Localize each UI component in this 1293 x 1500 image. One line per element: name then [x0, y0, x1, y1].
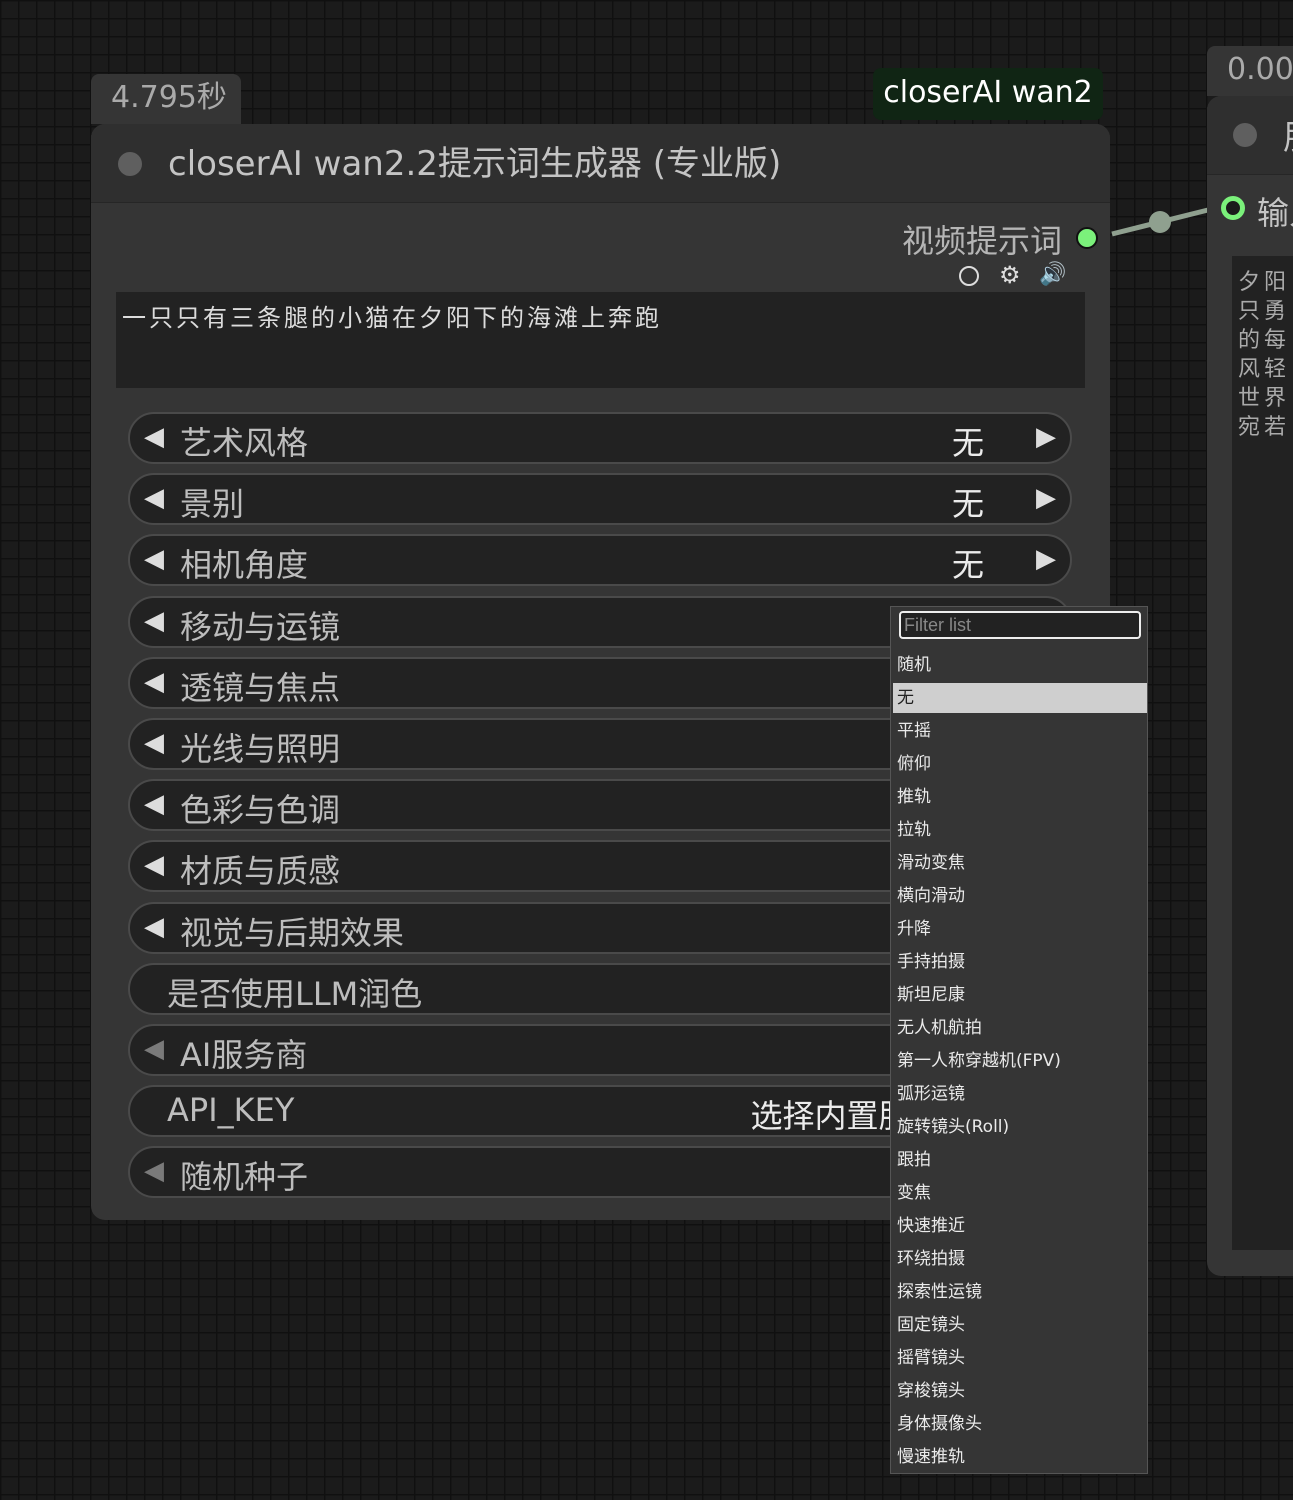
menu-item[interactable]: 升降 [893, 914, 1147, 944]
widget-label: 视觉与后期效果 [180, 913, 405, 952]
menu-item[interactable]: 快速推近 [893, 1211, 1147, 1241]
node-title-2: 朋 [1283, 110, 1293, 159]
link-wire[interactable] [1108, 196, 1218, 246]
menu-item[interactable]: 横向滑动 [893, 881, 1147, 911]
widget-label: API_KEY [167, 1091, 295, 1130]
menu-item[interactable]: 滑动变焦 [893, 848, 1147, 878]
widget-row[interactable]: ◀ 相机角度 无 ▶ [128, 534, 1072, 587]
arrow-left-icon[interactable]: ◀ [144, 606, 164, 636]
menu-item[interactable]: 平摇 [893, 716, 1147, 746]
widget-row[interactable]: ◀ 景别 无 ▶ [128, 473, 1072, 526]
widget-label: 透镜与焦点 [180, 668, 341, 707]
widget-label: 艺术风格 [180, 424, 309, 462]
menu-item[interactable]: 手持拍摄 [893, 947, 1147, 977]
menu-item[interactable]: 俯仰 [893, 749, 1147, 779]
menu-item[interactable]: 拉轨 [893, 815, 1147, 845]
arrow-right-icon[interactable]: ▶ [1036, 483, 1056, 513]
arrow-left-icon[interactable]: ◀ [144, 1034, 164, 1064]
filter-input[interactable]: Filter list [899, 611, 1141, 639]
circle-icon[interactable] [959, 266, 979, 286]
preview-text-line: 宛若 [1238, 415, 1291, 440]
widget-label: AI服务商 [180, 1036, 308, 1074]
arrow-left-icon[interactable]: ◀ [144, 912, 164, 942]
menu-item[interactable]: 随机 [893, 650, 1147, 680]
widget-label: 随机种子 [180, 1158, 309, 1197]
group-title-badge[interactable]: closerAI wan2 [873, 68, 1103, 120]
preview-text-line: 只勇 [1238, 299, 1291, 324]
widget-label: 是否使用LLM润色 [167, 974, 423, 1013]
widget-value: 无 [951, 546, 984, 585]
input-label: 输入 [1257, 194, 1293, 232]
arrow-left-icon[interactable]: ◀ [144, 483, 164, 513]
arrow-left-icon[interactable]: ◀ [144, 850, 164, 880]
node-title: closerAI wan2.2提示词生成器 (专业版) [168, 144, 782, 184]
node-toolbar: ⚙ 🔊 [959, 261, 1069, 291]
menu-item[interactable]: 摇臂镜头 [893, 1343, 1147, 1373]
menu-item[interactable]: 变焦 [893, 1178, 1147, 1208]
preview-node[interactable]: 朋 输入 夕阳 只勇 的每 风轻 世界 宛若 [1207, 96, 1293, 1276]
gear-icon[interactable]: ⚙ [999, 261, 1021, 289]
widget-label: 色彩与色调 [180, 791, 341, 830]
menu-item[interactable]: 探索性运镜 [893, 1277, 1147, 1307]
preview-text-line: 夕阳 [1238, 270, 1291, 295]
preview-text-line: 的每 [1238, 328, 1291, 353]
speaker-icon[interactable]: 🔊 [1039, 262, 1066, 287]
widget-value: 无 [951, 485, 984, 524]
input-slot-dot[interactable] [1221, 196, 1245, 220]
preview-text-line: 风轻 [1238, 357, 1291, 382]
widget-label: 移动与运镜 [180, 607, 341, 646]
menu-item[interactable]: 慢速推轨 [893, 1442, 1147, 1472]
widget-label: 光线与照明 [180, 730, 341, 768]
preview-text-line: 世界 [1238, 386, 1291, 411]
prompt-textarea[interactable]: 一只只有三条腿的小猫在夕阳下的海滩上奔跑 [116, 292, 1085, 388]
menu-item[interactable]: 推轨 [893, 782, 1147, 812]
menu-item[interactable]: 旋转镜头(Roll) [893, 1112, 1147, 1142]
widget-row[interactable]: ◀ 艺术风格 无 ▶ [128, 412, 1072, 464]
node-collapse-dot[interactable] [118, 152, 142, 176]
menu-item[interactable]: 固定镜头 [893, 1310, 1147, 1340]
arrow-left-icon[interactable]: ◀ [144, 1156, 164, 1186]
node-header-2[interactable]: 朋 [1207, 96, 1293, 175]
arrow-left-icon[interactable]: ◀ [144, 422, 164, 452]
widget-value: 无 [951, 424, 984, 462]
menu-item[interactable]: 第一人称穿越机(FPV) [893, 1046, 1147, 1076]
arrow-left-icon[interactable]: ◀ [144, 544, 164, 574]
menu-item[interactable]: 无 [893, 683, 1147, 713]
node-collapse-dot-2[interactable] [1233, 123, 1257, 147]
arrow-left-icon[interactable]: ◀ [144, 789, 164, 819]
arrow-right-icon[interactable]: ▶ [1036, 544, 1056, 574]
arrow-left-icon[interactable]: ◀ [144, 667, 164, 697]
widget-label: 景别 [180, 485, 245, 524]
menu-item[interactable]: 斯坦尼康 [893, 980, 1147, 1010]
execution-time-badge-2: 0.005 [1207, 46, 1293, 96]
preview-text-area[interactable]: 夕阳 只勇 的每 风轻 世界 宛若 [1232, 256, 1293, 1250]
menu-item[interactable]: 穿梭镜头 [893, 1376, 1147, 1406]
combo-dropdown-menu[interactable]: Filter list 随机无平摇 俯仰 推轨 拉轨 滑动变焦 横向滑动 升降 手持拍摄 斯坦尼… [890, 606, 1148, 1474]
menu-item[interactable]: 环绕拍摄 [893, 1244, 1147, 1274]
arrow-right-icon[interactable]: ▶ [1036, 422, 1056, 452]
menu-item[interactable]: 身体摄像头 [893, 1409, 1147, 1439]
execution-time-badge: 4.795秒 [91, 74, 241, 124]
output-label: 视频提示词 [901, 222, 1062, 260]
menu-item[interactable]: 弧形运镜 [893, 1079, 1147, 1109]
arrow-left-icon[interactable]: ◀ [144, 728, 164, 758]
menu-item[interactable]: 无人机航拍 [893, 1013, 1147, 1043]
output-slot-dot[interactable] [1076, 227, 1098, 249]
node-header[interactable]: closerAI wan2.2提示词生成器 (专业版) [91, 124, 1110, 203]
widget-label: 材质与质感 [180, 852, 341, 891]
widget-label: 相机角度 [180, 546, 309, 585]
menu-item[interactable]: 跟拍 [893, 1145, 1147, 1175]
